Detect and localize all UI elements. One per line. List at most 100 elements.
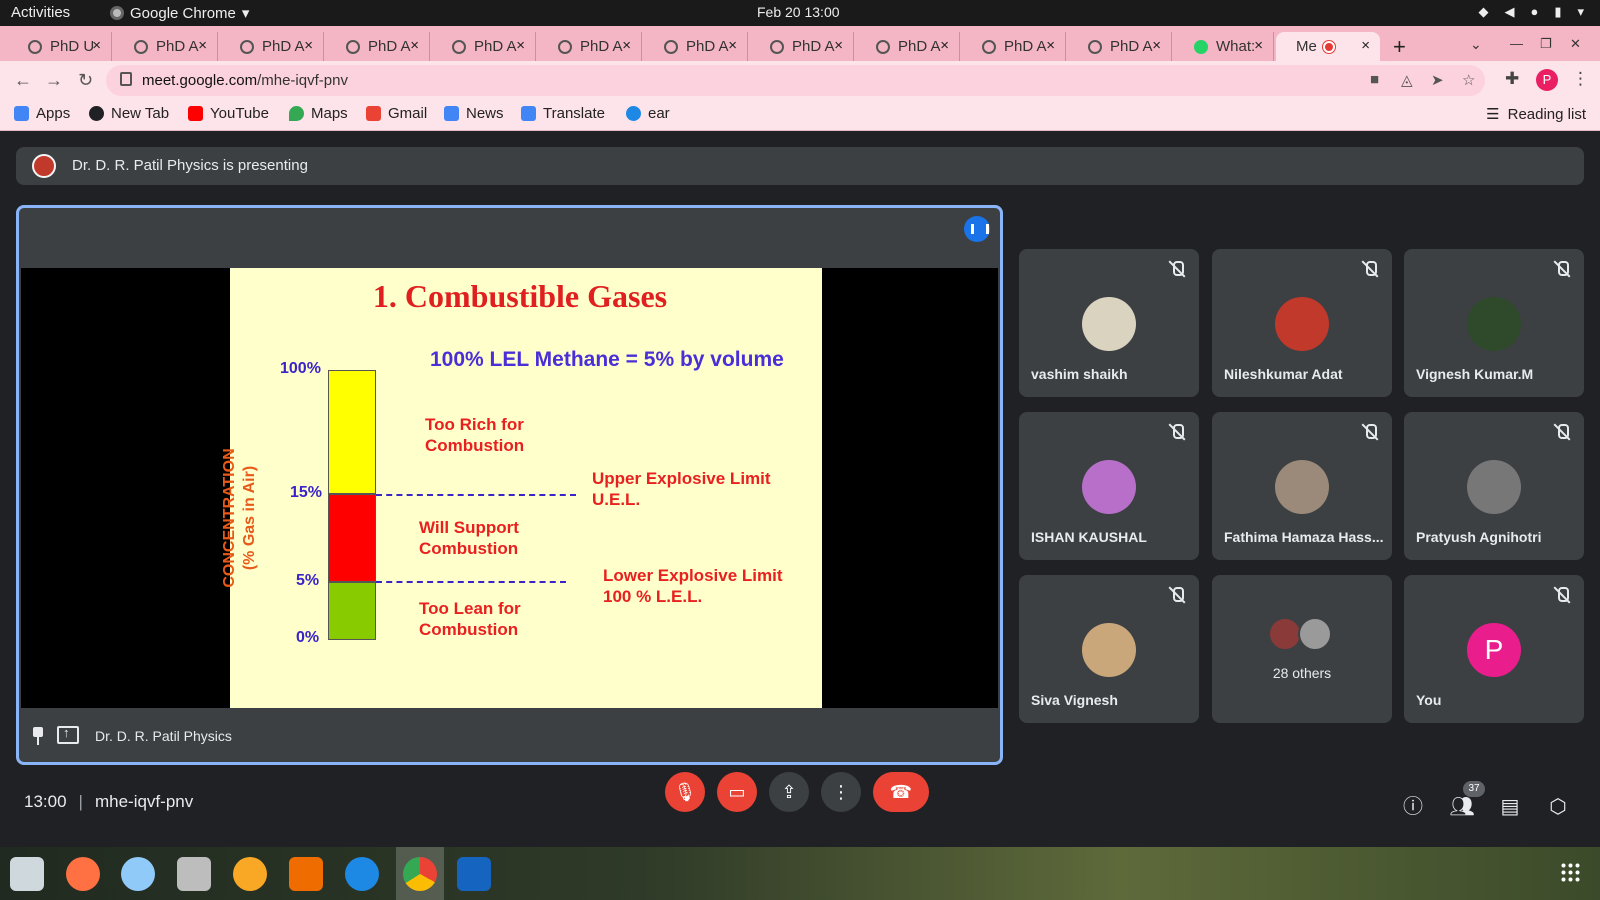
forward-icon[interactable]: →	[45, 70, 63, 91]
close-icon[interactable]: ×	[728, 37, 737, 54]
leave-call-button[interactable]: ☎	[873, 772, 929, 812]
bookmark-apps[interactable]: Apps	[14, 105, 70, 122]
tab-6[interactable]: PhD A ×	[538, 32, 642, 61]
bookmark-gmail[interactable]: Gmail	[366, 105, 427, 122]
tab-11[interactable]: PhD A ×	[1068, 32, 1172, 61]
url-text[interactable]: meet.google.com/mhe-iqvf-pnv	[142, 72, 348, 89]
more-vert-icon: ⋮	[832, 782, 850, 802]
others-tile[interactable]: 28 others	[1212, 575, 1392, 723]
gmail-icon	[366, 106, 381, 121]
globe-icon	[982, 39, 996, 54]
bookmark-youtube[interactable]: YouTube	[188, 105, 269, 122]
close-icon[interactable]: ×	[1361, 37, 1370, 54]
mic-toggle-button[interactable]: 🎙︎	[665, 772, 705, 812]
zone-label-line: Will Support	[419, 518, 519, 537]
help-icon[interactable]	[345, 857, 379, 891]
rhythmbox-icon[interactable]	[233, 857, 267, 891]
extensions-icon[interactable]: ✚	[1505, 69, 1519, 89]
presenter-name: Dr. D. R. Patil Physics	[95, 728, 232, 744]
close-icon[interactable]: ×	[92, 37, 101, 54]
tab-8[interactable]: PhD A ×	[750, 32, 854, 61]
more-menu-icon[interactable]: ⋮	[1572, 69, 1589, 89]
tab-3[interactable]: PhD A ×	[220, 32, 324, 61]
participant-tile[interactable]: Siva Vignesh	[1019, 575, 1199, 723]
present-now-button[interactable]: ⇪	[769, 772, 809, 812]
close-icon[interactable]: ×	[1046, 37, 1055, 54]
minimize-icon[interactable]: —	[1510, 36, 1523, 51]
tab-2[interactable]: PhD A ×	[114, 32, 218, 61]
camera-icon[interactable]: ■	[1370, 71, 1379, 88]
software-center-icon[interactable]	[289, 857, 323, 891]
back-icon[interactable]: ←	[14, 70, 32, 91]
close-icon[interactable]: ×	[1254, 37, 1263, 54]
close-window-icon[interactable]: ✕	[1570, 36, 1581, 52]
profile-avatar[interactable]: P	[1536, 69, 1558, 91]
restore-icon[interactable]: ❐	[1540, 36, 1552, 52]
tick-0: 0%	[296, 629, 320, 646]
close-icon[interactable]: ×	[304, 37, 313, 54]
tab-1[interactable]: PhD U ×	[8, 32, 112, 61]
mic-off-icon	[1552, 422, 1572, 442]
tab-whatsapp[interactable]: What: ×	[1174, 32, 1274, 61]
tab-7[interactable]: PhD A ×	[644, 32, 748, 61]
show-applications-icon[interactable]	[1560, 862, 1582, 884]
virtualbox-icon[interactable]	[10, 857, 44, 891]
bookmark-new-tab[interactable]: New Tab	[89, 105, 169, 122]
close-icon[interactable]: ×	[410, 37, 419, 54]
tab-search-icon[interactable]: ⌄	[1470, 36, 1482, 53]
close-icon[interactable]: ×	[622, 37, 631, 54]
bookmark-translate[interactable]: Translate	[521, 105, 605, 122]
reload-icon[interactable]: ↻	[78, 70, 93, 91]
people-icon[interactable]: 👥︎	[1448, 793, 1476, 821]
participant-tile[interactable]: ISHAN KAUSHAL	[1019, 412, 1199, 560]
lock-icon[interactable]	[120, 72, 132, 86]
tab-9[interactable]: PhD A ×	[856, 32, 960, 61]
reading-list-button[interactable]: ☰ Reading list	[1486, 105, 1586, 124]
bookmark-news[interactable]: News	[444, 105, 504, 122]
zone-too-lean-bar	[328, 582, 376, 640]
camera-toggle-button[interactable]: ▭	[717, 772, 757, 812]
new-tab-button[interactable]: +	[1393, 34, 1406, 60]
close-icon[interactable]: ×	[834, 37, 843, 54]
chat-icon[interactable]: ▤	[1496, 793, 1524, 821]
files-icon[interactable]	[177, 857, 211, 891]
close-icon[interactable]: ×	[1152, 37, 1161, 54]
address-bar: ← → ↻ meet.google.com/mhe-iqvf-pnv ■ ◬ ➤…	[0, 61, 1600, 99]
bookmark-maps[interactable]: Maps	[289, 105, 348, 122]
notifications-off-icon[interactable]: ◬	[1401, 71, 1413, 89]
thunderbird-icon[interactable]	[121, 857, 155, 891]
tab-5[interactable]: PhD A ×	[432, 32, 536, 61]
meeting-details-icon[interactable]: ⓘ	[1399, 793, 1427, 821]
tab-meet-active[interactable]: Me ×	[1276, 32, 1380, 177]
participant-tile[interactable]: Fathima Hamaza Hass...	[1212, 412, 1392, 560]
participant-tile[interactable]: Nileshkumar Adat	[1212, 249, 1392, 397]
tab-10[interactable]: PhD A ×	[962, 32, 1066, 61]
app-menu[interactable]: Google Chrome ▾	[110, 4, 249, 22]
self-tile[interactable]: P You	[1404, 575, 1584, 723]
y-axis-label-text: CONCENTRATION (% Gas in Air)	[220, 448, 260, 587]
omnibox[interactable]: meet.google.com/mhe-iqvf-pnv ■ ◬ ➤ ☆	[106, 65, 1485, 96]
presenter-avatar	[32, 154, 56, 178]
system-clock[interactable]: Feb 20 13:00	[757, 4, 840, 20]
bookmark-ear[interactable]: ear	[626, 105, 670, 122]
more-options-button[interactable]: ⋮	[821, 772, 861, 812]
participant-tile[interactable]: vashim shaikh	[1019, 249, 1199, 397]
system-tray[interactable]: ◆ ◀ ● ▮ ▾	[1478, 4, 1584, 20]
mic-off-icon	[1360, 422, 1380, 442]
tab-4[interactable]: PhD A ×	[326, 32, 430, 61]
activities-button[interactable]: Activities	[11, 4, 70, 21]
close-icon[interactable]: ×	[198, 37, 207, 54]
participant-tile[interactable]: Vignesh Kumar.M	[1404, 249, 1584, 397]
presentation-stage[interactable]: 1. Combustible Gases 100% LEL Methane = …	[16, 205, 1003, 765]
close-icon[interactable]: ×	[940, 37, 949, 54]
participant-tile[interactable]: Pratyush Agnihotri	[1404, 412, 1584, 560]
send-icon[interactable]: ➤	[1431, 71, 1444, 89]
docs-icon[interactable]	[457, 857, 491, 891]
close-icon[interactable]: ×	[516, 37, 525, 54]
activities-icon[interactable]: ⬡	[1544, 793, 1572, 821]
firefox-icon[interactable]	[66, 857, 100, 891]
chrome-dock-item[interactable]	[396, 847, 444, 900]
tick-15: 15%	[290, 484, 323, 501]
pin-icon[interactable]	[31, 727, 45, 745]
bookmark-star-icon[interactable]: ☆	[1462, 71, 1475, 89]
